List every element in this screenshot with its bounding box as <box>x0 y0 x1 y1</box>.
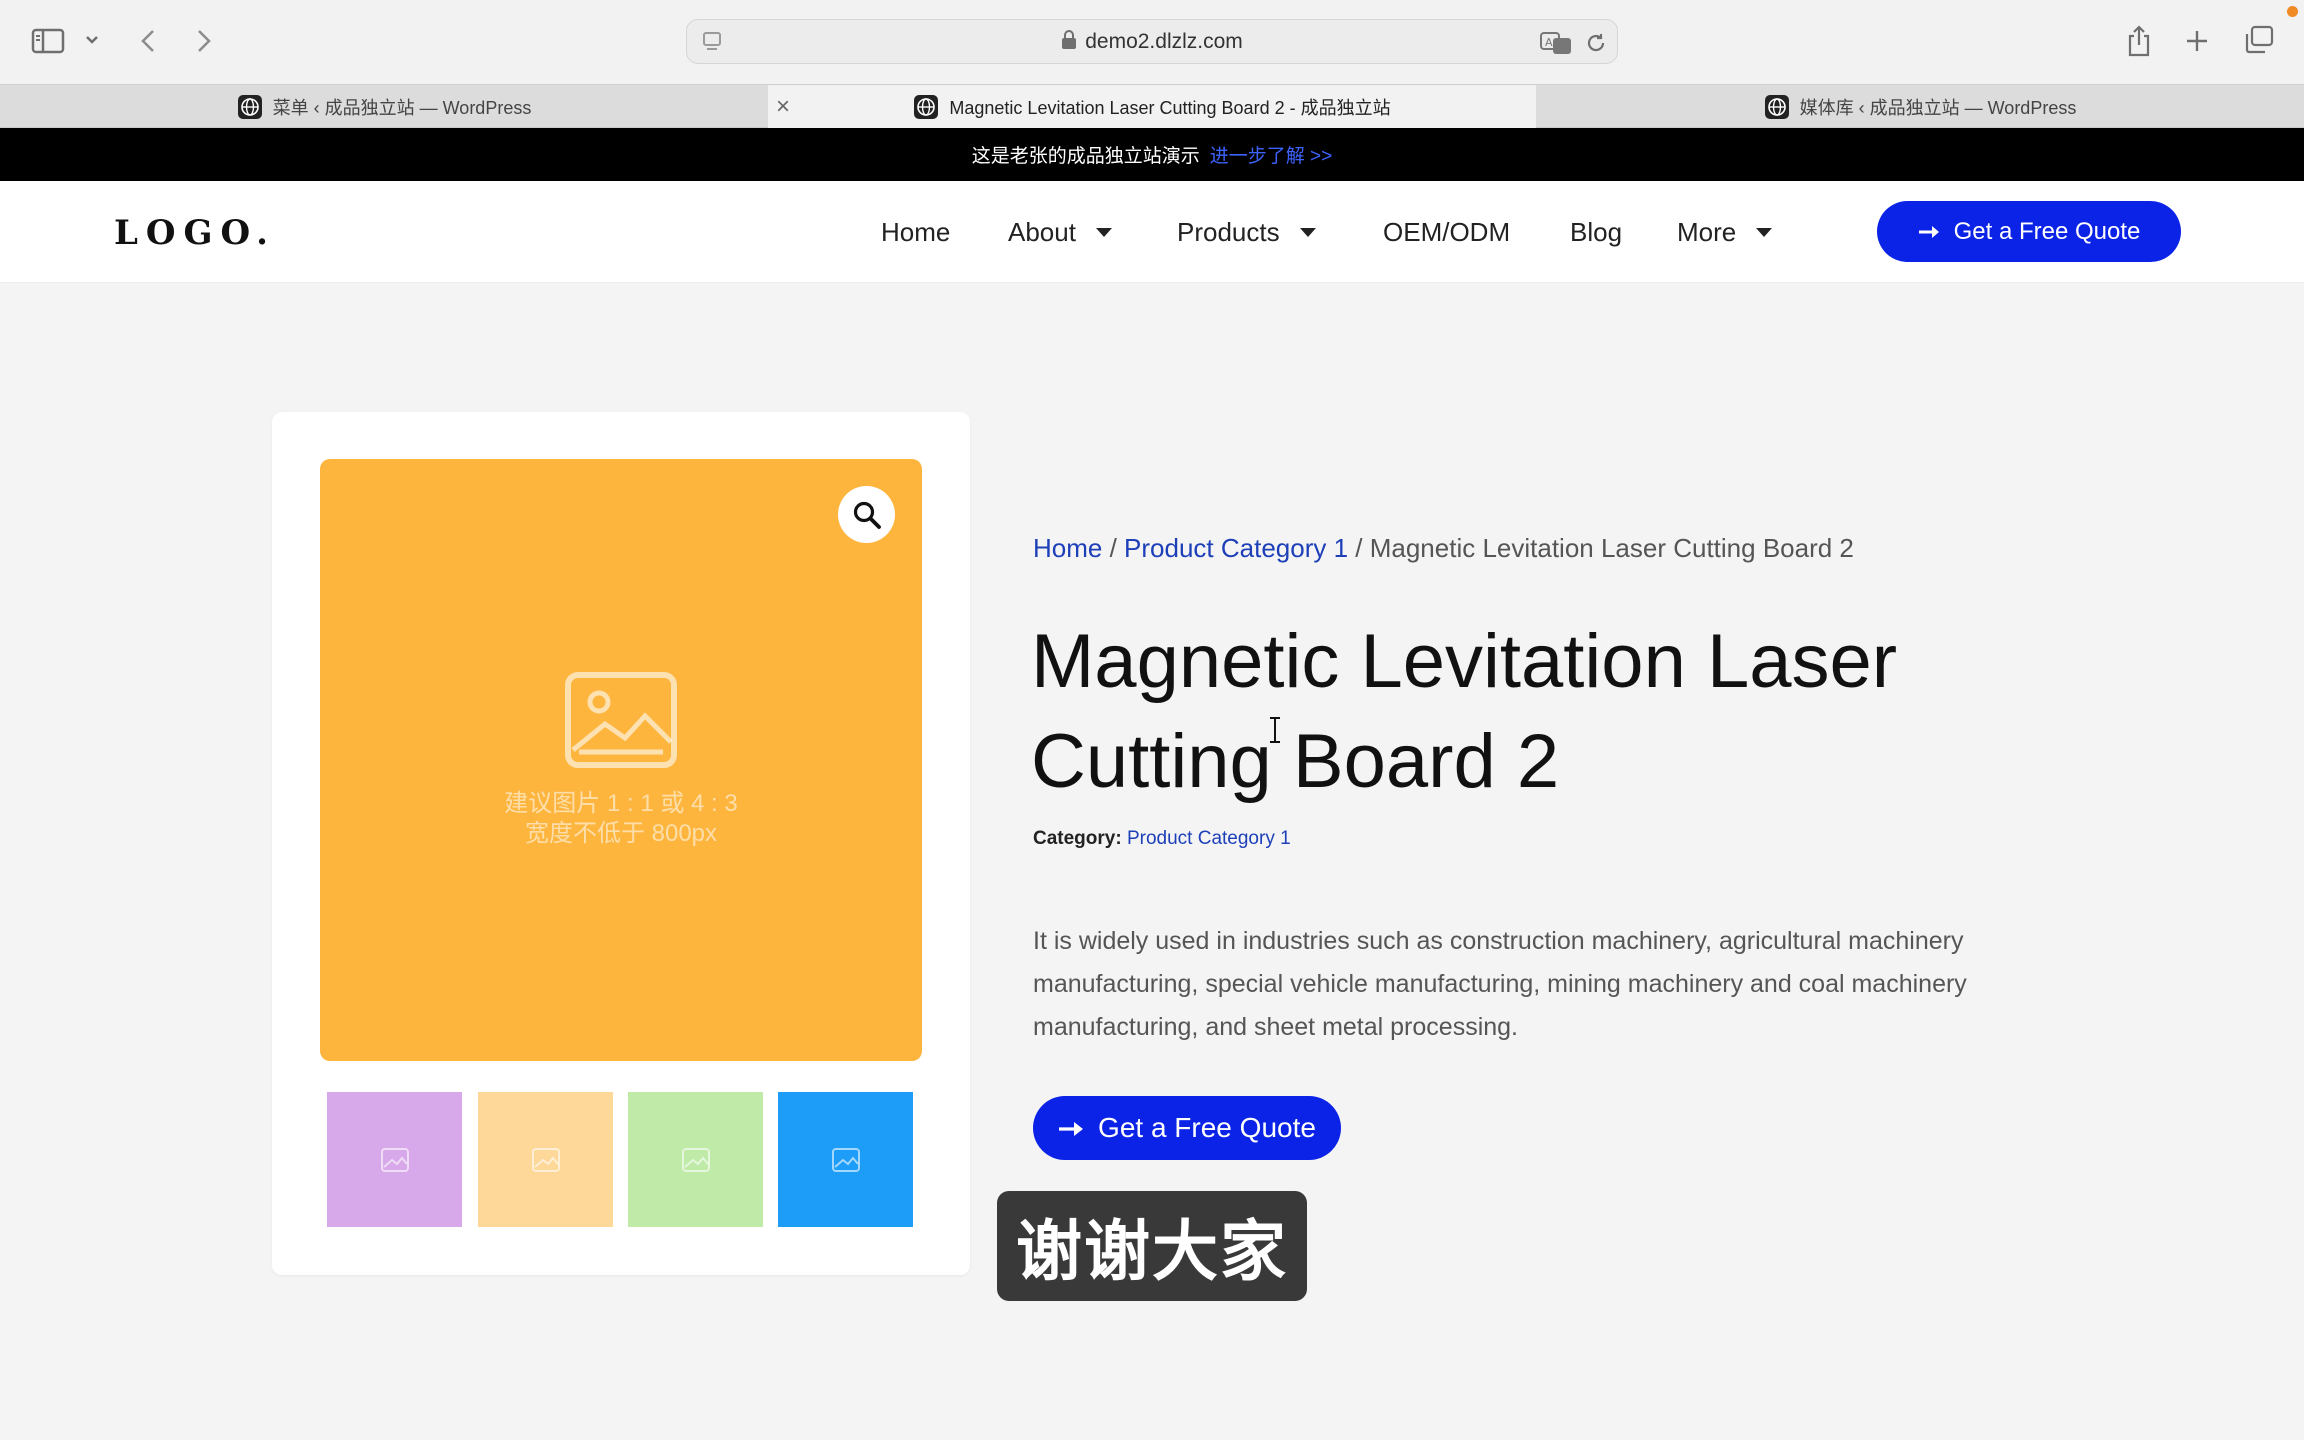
image-placeholder-icon <box>565 672 677 768</box>
image-caption: 建议图片 1 : 1 或 4 : 3 宽度不低于 800px <box>320 789 922 849</box>
reload-icon[interactable] <box>1583 30 1609 56</box>
nav-label: Products <box>1177 217 1280 247</box>
product-description: It is widely used in industries such as … <box>1033 927 1967 1041</box>
caret-down-icon <box>1756 228 1773 237</box>
video-subtitle: 谢谢大家 <box>997 1191 1307 1301</box>
announcement-link[interactable]: 进一步了解 >> <box>1210 141 1332 168</box>
arrow-right-icon <box>1058 1112 1084 1144</box>
announcement-text: 这是老张的成品独立站演示 <box>971 146 1200 167</box>
cta-label: Get a Free Quote <box>1953 217 2141 245</box>
translate-icon[interactable]: A <box>1539 30 1573 56</box>
text-cursor-icon <box>1270 717 1280 743</box>
image-placeholder-icon <box>681 1147 710 1172</box>
tab-title: 菜单 ‹ 成品独立站 — WordPress <box>272 97 532 118</box>
site-logo[interactable]: LOGO. <box>114 213 276 253</box>
url-label: demo2.dlzlz.com <box>1085 30 1243 53</box>
site-header: LOGO. Home About Products OEM/ODM Blog M… <box>0 181 2304 283</box>
new-tab-icon[interactable] <box>2182 26 2212 56</box>
tab-title: Magnetic Levitation Laser Cutting Board … <box>949 97 1391 118</box>
svg-text:A: A <box>1545 36 1553 49</box>
product-thumbnail[interactable] <box>628 1092 763 1227</box>
browser-toolbar: demo2.dlzlz.com A <box>0 0 2304 84</box>
arrow-right-icon <box>1918 218 1940 246</box>
tab-title: 媒体库 ‹ 成品独立站 — WordPress <box>1799 97 2077 118</box>
cta-label: Get a Free Quote <box>1098 1112 1316 1143</box>
image-placeholder-icon <box>831 1147 860 1172</box>
nav-oem-odm[interactable]: OEM/ODM <box>1383 217 1510 248</box>
product-title: Magnetic Levitation Laser Cutting Board … <box>1031 619 1898 804</box>
product-thumbnail[interactable] <box>327 1092 462 1227</box>
tab-menu-wordpress[interactable]: 菜单 ‹ 成品独立站 — WordPress <box>0 85 768 128</box>
category-link[interactable]: Product Category 1 <box>1127 828 1291 849</box>
nav-more[interactable]: More <box>1677 217 1773 248</box>
breadcrumb-home-link[interactable]: Home <box>1033 533 1102 563</box>
nav-products[interactable]: Products <box>1177 217 1316 248</box>
product-thumbnail[interactable] <box>778 1092 913 1227</box>
nav-label: More <box>1677 217 1737 247</box>
address-bar[interactable]: demo2.dlzlz.com A <box>686 19 1618 64</box>
globe-icon <box>237 94 262 119</box>
notification-dot <box>2287 6 2298 17</box>
share-icon[interactable] <box>2124 24 2154 58</box>
zoom-button[interactable] <box>838 486 895 543</box>
breadcrumb-current: Magnetic Levitation Laser Cutting Board … <box>1369 533 1854 563</box>
magnifier-icon <box>853 501 881 529</box>
tab-media-library[interactable]: 媒体库 ‹ 成品独立站 — WordPress <box>1536 85 2304 128</box>
tab-overview-icon[interactable] <box>2242 24 2276 56</box>
product-quote-button[interactable]: Get a Free Quote <box>1033 1096 1341 1160</box>
nav-label: OEM/ODM <box>1383 217 1511 247</box>
product-category: Category: Product Category 1 <box>1033 828 1291 850</box>
chevron-down-icon[interactable] <box>84 32 100 48</box>
caption-line: 建议图片 1 : 1 或 4 : 3 <box>504 790 738 817</box>
category-label: Category: <box>1033 828 1122 849</box>
breadcrumb: Home / Product Category 1 / Magnetic Lev… <box>1033 533 1854 564</box>
nav-label: Blog <box>1570 217 1623 247</box>
nav-blog[interactable]: Blog <box>1570 217 1622 248</box>
product-main-image[interactable]: 建议图片 1 : 1 或 4 : 3 宽度不低于 800px <box>320 459 922 1061</box>
announcement-bar: 这是老张的成品独立站演示 进一步了解 >> <box>0 128 2304 181</box>
nav-about[interactable]: About <box>1008 217 1112 248</box>
image-placeholder-icon <box>380 1147 409 1172</box>
caret-down-icon <box>1095 228 1112 237</box>
url-text: demo2.dlzlz.com <box>687 30 1617 56</box>
globe-icon <box>914 94 939 119</box>
product-thumbnail[interactable] <box>478 1092 613 1227</box>
caption-line: 宽度不低于 800px <box>524 820 718 847</box>
sidebar-toggle-icon[interactable] <box>30 26 66 56</box>
forward-icon[interactable] <box>192 26 216 56</box>
lock-icon <box>1061 30 1077 56</box>
tab-product-page[interactable]: Magnetic Levitation Laser Cutting Board … <box>768 85 1536 128</box>
nav-home[interactable]: Home <box>881 217 950 248</box>
header-quote-button[interactable]: Get a Free Quote <box>1877 201 2181 262</box>
nav-label: About <box>1008 217 1076 247</box>
tab-bar: 菜单 ‹ 成品独立站 — WordPress Magnetic Levitati… <box>0 84 2304 128</box>
close-tab-icon[interactable]: × <box>776 93 790 121</box>
image-placeholder-icon <box>531 1147 560 1172</box>
nav-label: Home <box>881 217 951 247</box>
breadcrumb-category-link[interactable]: Product Category 1 <box>1124 533 1348 563</box>
globe-icon <box>1764 94 1789 119</box>
back-icon[interactable] <box>136 26 160 56</box>
breadcrumb-separator: / <box>1348 533 1370 563</box>
caret-down-icon <box>1299 228 1316 237</box>
breadcrumb-separator: / <box>1102 533 1125 563</box>
